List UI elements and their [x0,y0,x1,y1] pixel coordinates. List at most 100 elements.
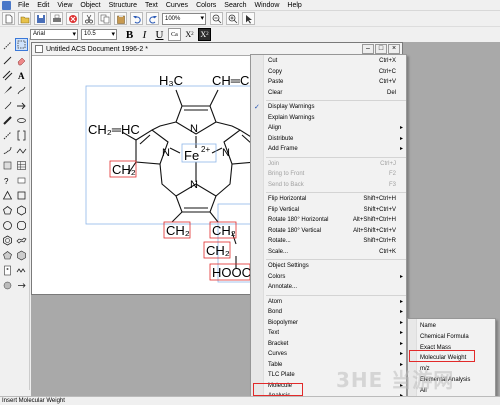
context-item-distribute[interactable]: Distribute ▸ [251,134,406,145]
menu-file[interactable]: File [14,0,33,11]
wavy-bond-tool[interactable] [1,144,14,157]
bold-bond-tool[interactable] [1,114,14,127]
underline-button[interactable]: U [153,28,166,41]
select-tool[interactable] [15,38,28,51]
menu-object[interactable]: Object [76,0,104,11]
menu-search[interactable]: Search [220,0,250,11]
stop-button[interactable] [66,12,79,25]
cyclohexane-chair-tool[interactable] [15,234,28,247]
context-item-atom[interactable]: Atom ▸ [251,297,406,308]
zoom-select[interactable]: 100% [162,12,206,25]
new-document-button[interactable] [2,12,15,25]
context-item-label: Table [268,361,283,368]
double-bond-tool[interactable] [1,69,14,82]
minimize-button[interactable]: – [362,44,374,54]
chain-tool[interactable] [15,144,28,157]
benzene-ring-tool[interactable] [1,234,14,247]
triangle-ring-tool[interactable] [1,189,14,202]
context-item-clear[interactable]: Clear Del [251,88,406,99]
context-item-add-frame[interactable]: Add Frame ▸ [251,144,406,155]
menu-help[interactable]: Help [283,0,305,11]
context-item-text[interactable]: Text ▸ [251,328,406,339]
context-item-display-warnings[interactable]: ✓ Display Warnings [251,102,406,113]
italic-button[interactable]: I [138,28,151,41]
paste-button[interactable] [114,12,127,25]
context-item-scale[interactable]: Scale... Ctrl+K [251,247,406,258]
menu-text[interactable]: Text [141,0,162,11]
show-hide-button[interactable] [242,12,255,25]
tlc-tool[interactable] [1,264,14,277]
context-item-cut[interactable]: Cut Ctrl+X [251,56,406,67]
hexagon-ring-tool[interactable] [15,204,28,217]
hash-wedge-tool[interactable] [1,99,14,112]
acyclic-chain-tool[interactable] [15,264,28,277]
font-size-select[interactable]: 10.5 [81,29,117,40]
context-item-paste[interactable]: Paste Ctrl+V [251,77,406,88]
arrow-tool[interactable] [15,99,28,112]
context-item-curves[interactable]: Curves ▸ [251,349,406,360]
square-ring-tool[interactable] [15,189,28,202]
superscript-button[interactable]: X2 [198,28,211,41]
cut-button[interactable] [82,12,95,25]
save-button[interactable] [34,12,47,25]
context-item-rotate-180-horizontal[interactable]: Rotate 180° Horizontal Alt+Shift+Ctrl+H [251,215,406,226]
shape-tool[interactable] [15,174,28,187]
context-item-label: Text [268,330,280,336]
query-tool[interactable]: ? [1,174,14,187]
pentagon-ring-tool[interactable] [1,204,14,217]
context-item-align[interactable]: Align ▸ [251,123,406,134]
open-button[interactable] [18,12,31,25]
pen-icon [17,86,26,95]
menu-colors[interactable]: Colors [192,0,220,11]
context-item-flip-horizontal[interactable]: Flip Horizontal Shift+Ctrl+H [251,194,406,205]
wavy-bond-icon [3,146,12,155]
context-item-biopolymer[interactable]: Biopolymer ▸ [251,318,406,329]
context-item-rotate-180-vertical[interactable]: Rotate 180° Vertical Alt+Shift+Ctrl+V [251,226,406,237]
print-button[interactable] [50,12,63,25]
context-item-bond[interactable]: Bond ▸ [251,307,406,318]
text-tool[interactable]: A [15,69,28,82]
context-item-explain-warnings[interactable]: Explain Warnings [251,113,406,124]
menu-structure[interactable]: Structure [105,0,141,11]
context-item-object-settings[interactable]: Object Settings [251,261,406,272]
zoom-out-button[interactable] [210,12,223,25]
bond-tool[interactable] [1,54,14,67]
submenu-item-chemical-formula[interactable]: Chemical Formula [408,332,495,343]
octagon-ring-tool[interactable] [15,219,28,232]
caption-button[interactable]: Ca [168,28,181,41]
context-item-rotate[interactable]: Rotate... Shift+Ctrl+R [251,236,406,247]
wedge-tool[interactable] [1,84,14,97]
copy-button[interactable] [98,12,111,25]
submenu-item-name[interactable]: Name [408,321,495,332]
orbital-tool[interactable] [15,114,28,127]
redo-button[interactable] [146,12,159,25]
menu-curves[interactable]: Curves [162,0,192,11]
zoom-in-button[interactable] [226,12,239,25]
menu-edit[interactable]: Edit [33,0,53,11]
context-item-flip-vertical[interactable]: Flip Vertical Shift+Ctrl+V [251,205,406,216]
menu-view[interactable]: View [53,0,76,11]
bracket-tool[interactable] [15,129,28,142]
atom-map-tool[interactable] [1,279,14,292]
eraser-tool[interactable] [15,54,28,67]
reaction-tool[interactable] [15,279,28,292]
context-item-copy[interactable]: Copy Ctrl+C [251,67,406,78]
undo-button[interactable] [130,12,143,25]
cyclopentadiene-tool[interactable] [1,249,14,262]
bold-button[interactable]: B [123,28,136,41]
context-item-annotate[interactable]: Annotate... [251,282,406,293]
dashed-bond-tool[interactable] [1,129,14,142]
cyclohexane-tool[interactable] [15,249,28,262]
maximize-button[interactable]: □ [375,44,387,54]
subscript-button[interactable]: X2 [183,28,196,41]
menu-window[interactable]: Window [250,0,283,11]
heptagon-ring-tool[interactable] [1,219,14,232]
table-tool[interactable] [15,159,28,172]
close-button[interactable]: × [388,44,400,54]
context-item-colors[interactable]: Colors ▸ [251,272,406,283]
template-tool[interactable] [1,159,14,172]
pen-tool[interactable] [15,84,28,97]
font-select[interactable]: Arial [30,29,78,40]
marquee-tool[interactable] [1,39,14,52]
context-item-bracket[interactable]: Bracket ▸ [251,339,406,350]
